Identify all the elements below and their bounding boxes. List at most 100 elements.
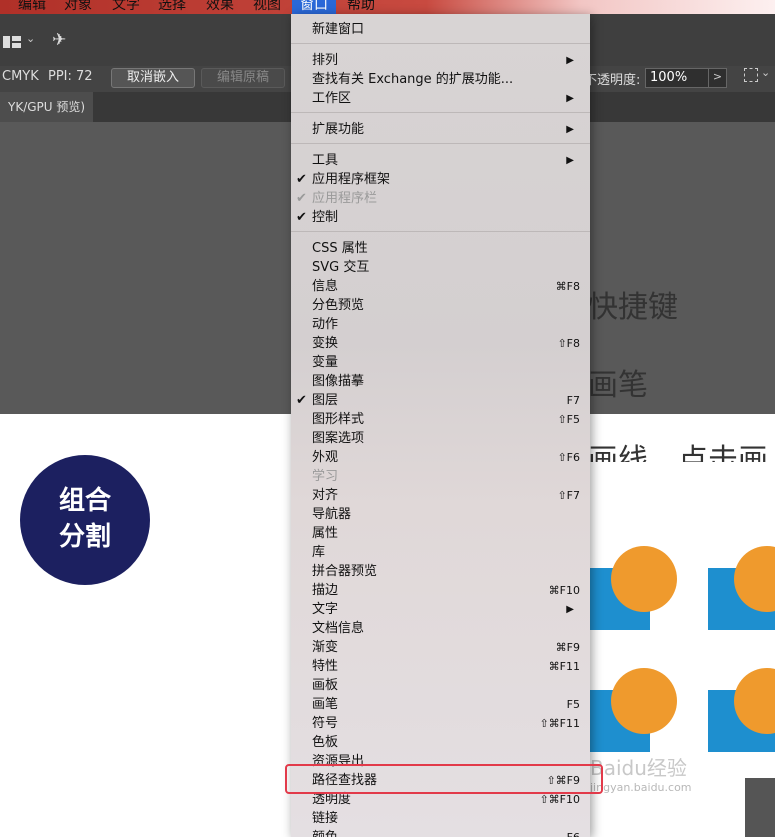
menu-bar: 编辑 对象 文字 选择 效果 视图 窗口 帮助 bbox=[0, 0, 775, 14]
menu-item-label: 文字 bbox=[312, 602, 339, 617]
menu-item[interactable]: 新建窗口 bbox=[291, 20, 590, 39]
document-tab-label: YK/GPU 预览) bbox=[8, 100, 86, 114]
menu-item-label: 文档信息 bbox=[312, 621, 365, 636]
menu-item[interactable]: 信息 ⌘F8 bbox=[291, 277, 590, 296]
menu-item[interactable]: 描边 ⌘F10 bbox=[291, 581, 590, 600]
edit-original-button[interactable]: 编辑原稿 bbox=[201, 68, 285, 88]
menu-item[interactable]: ✔ 应用程序框架 bbox=[291, 170, 590, 189]
menu-object[interactable]: 对象 bbox=[64, 0, 92, 14]
menu-item[interactable]: 色板 bbox=[291, 733, 590, 752]
menu-item-label: 学习 bbox=[312, 469, 339, 484]
menu-item[interactable]: 渐变 ⌘F9 bbox=[291, 638, 590, 657]
opacity-arrow[interactable]: > bbox=[708, 68, 726, 88]
menu-help[interactable]: 帮助 bbox=[347, 0, 375, 14]
menu-item[interactable]: 属性 bbox=[291, 524, 590, 543]
menu-item-shortcut: F5 bbox=[566, 698, 580, 711]
menu-item[interactable]: 文字 ▶ bbox=[291, 600, 590, 619]
menu-item[interactable]: 文档信息 bbox=[291, 619, 590, 638]
badge-line2: 分割 bbox=[58, 522, 111, 552]
menu-item[interactable]: 图形样式 ⇧F5 bbox=[291, 410, 590, 429]
menu-item-label: 属性 bbox=[312, 526, 339, 541]
menu-item[interactable]: 画板 bbox=[291, 676, 590, 695]
send-icon[interactable]: ✈ bbox=[52, 30, 66, 50]
menu-item-label: 导航器 bbox=[312, 507, 352, 522]
menu-item[interactable]: 拼合器预览 bbox=[291, 562, 590, 581]
menu-item-label: 描边 bbox=[312, 583, 339, 598]
chevron-down-icon[interactable]: ⌄ bbox=[761, 66, 770, 79]
menu-item-shortcut: ⌘F9 bbox=[555, 641, 580, 654]
menu-type[interactable]: 文字 bbox=[112, 0, 140, 14]
menu-item[interactable]: 变量 bbox=[291, 353, 590, 372]
menu-item-shortcut: F7 bbox=[566, 394, 580, 407]
menu-item-label: 控制 bbox=[312, 210, 339, 225]
menu-window[interactable]: 窗口 bbox=[292, 0, 336, 14]
opacity-value: 100% bbox=[650, 70, 688, 85]
document-tab[interactable]: YK/GPU 预览) bbox=[0, 92, 94, 122]
selected-object[interactable] bbox=[745, 778, 775, 837]
bg-text-clip: 画线，点击画 bbox=[588, 425, 768, 462]
menu-item[interactable]: 图案选项 bbox=[291, 429, 590, 448]
menu-item[interactable]: 工作区 ▶ bbox=[291, 89, 590, 108]
submenu-arrow-icon: ▶ bbox=[566, 124, 574, 135]
menu-item-label: 扩展功能 bbox=[312, 122, 365, 137]
menu-item[interactable]: 对齐 ⇧F7 bbox=[291, 486, 590, 505]
menu-item[interactable]: 变换 ⇧F8 bbox=[291, 334, 590, 353]
menu-item[interactable]: 动作 bbox=[291, 315, 590, 334]
menu-item[interactable]: 导航器 bbox=[291, 505, 590, 524]
menu-item[interactable]: 外观 ⇧F6 bbox=[291, 448, 590, 467]
menu-item[interactable]: 分色预览 bbox=[291, 296, 590, 315]
menu-item-label: 画笔 bbox=[312, 697, 339, 712]
menu-item[interactable]: ✔ 控制 bbox=[291, 208, 590, 227]
menu-item[interactable]: 扩展功能 ▶ bbox=[291, 120, 590, 139]
menu-item[interactable]: 符号 ⇧⌘F11 bbox=[291, 714, 590, 733]
menu-item-label: 图案选项 bbox=[312, 431, 365, 446]
menu-item-label: CSS 属性 bbox=[312, 241, 368, 256]
menu-item-label: 查找有关 Exchange 的扩展功能... bbox=[312, 72, 514, 87]
menu-item[interactable]: 颜色 F6 bbox=[291, 828, 590, 837]
menu-item-label: 色板 bbox=[312, 735, 339, 750]
menu-item-label: 特性 bbox=[312, 659, 339, 674]
badge-line1: 组合 bbox=[58, 486, 111, 516]
menu-item-label: 颜色 bbox=[312, 828, 338, 837]
opacity-input[interactable]: 100% > bbox=[645, 68, 727, 88]
layout-icon[interactable] bbox=[3, 36, 21, 48]
menu-item[interactable]: 链接 bbox=[291, 809, 590, 828]
combine-split-badge: 组合 分割 bbox=[20, 455, 150, 585]
menu-item-label: 符号 bbox=[312, 716, 339, 731]
menu-item-shortcut: F6 bbox=[567, 828, 580, 837]
submenu-arrow-icon: ▶ bbox=[566, 604, 574, 615]
menu-item[interactable]: 工具 ▶ bbox=[291, 151, 590, 170]
menu-select[interactable]: 选择 bbox=[158, 0, 186, 14]
menu-view[interactable]: 视图 bbox=[253, 0, 281, 14]
menu-item-label: 外观 bbox=[312, 450, 339, 465]
menu-item[interactable]: SVG 交互 bbox=[291, 258, 590, 277]
menu-item-label: SVG 交互 bbox=[312, 260, 370, 275]
menu-item-label: 应用程序框架 bbox=[312, 172, 391, 187]
menu-separator bbox=[291, 143, 590, 144]
menu-item-label: 链接 bbox=[312, 811, 339, 826]
menu-item[interactable]: 特性 ⌘F11 bbox=[291, 657, 590, 676]
watermark-url: jingyan.baidu.com bbox=[590, 781, 692, 794]
menu-separator bbox=[291, 43, 590, 44]
menu-item[interactable]: CSS 属性 bbox=[291, 239, 590, 258]
menu-item[interactable]: 查找有关 Exchange 的扩展功能... bbox=[291, 70, 590, 89]
checkmark-icon: ✔ bbox=[296, 393, 307, 408]
menu-edit[interactable]: 编辑 bbox=[18, 0, 46, 14]
menu-item[interactable]: 排列 ▶ bbox=[291, 51, 590, 70]
selection-icon[interactable] bbox=[744, 68, 758, 82]
menu-item-label: 库 bbox=[312, 545, 326, 560]
menu-item-shortcut: ⇧F6 bbox=[557, 451, 580, 464]
menu-item-shortcut: ⇧⌘F11 bbox=[539, 717, 580, 730]
menu-item[interactable]: 画笔 F5 bbox=[291, 695, 590, 714]
menu-item[interactable]: 图像描摹 bbox=[291, 372, 590, 391]
menu-item[interactable]: 库 bbox=[291, 543, 590, 562]
menu-item-label: 应用程序栏 bbox=[312, 191, 378, 206]
color-mode: CMYK bbox=[2, 69, 39, 84]
menu-effect[interactable]: 效果 bbox=[206, 0, 234, 14]
chevron-down-icon[interactable]: ⌄ bbox=[26, 32, 35, 45]
menu-item-label: 对齐 bbox=[312, 488, 339, 503]
menu-item[interactable]: ✔ 图层 F7 bbox=[291, 391, 590, 410]
window-menu-dropdown: 新建窗口排列 ▶ 查找有关 Exchange 的扩展功能... 工作区 ▶ 扩展功能 ▶ 工具… bbox=[291, 14, 590, 837]
unembed-button[interactable]: 取消嵌入 bbox=[111, 68, 195, 88]
menu-item: 学习 bbox=[291, 467, 590, 486]
